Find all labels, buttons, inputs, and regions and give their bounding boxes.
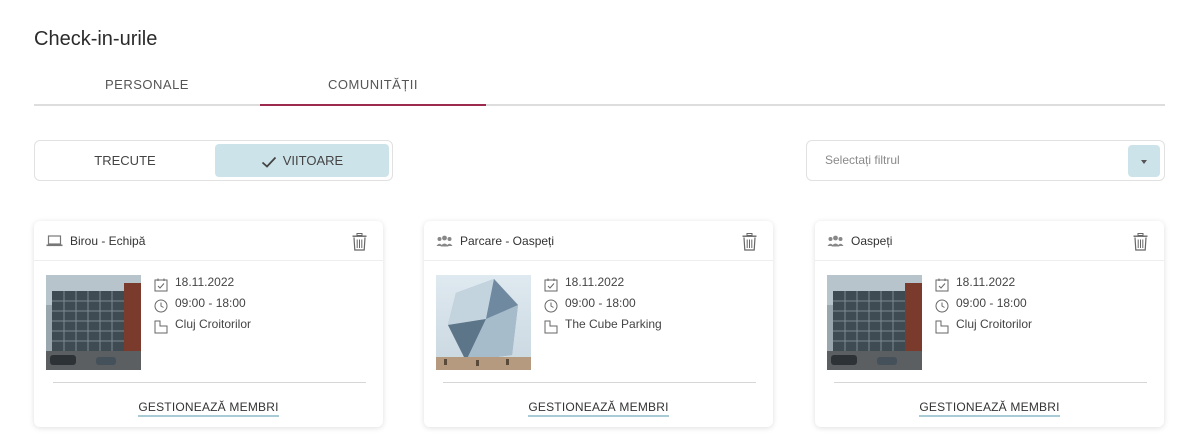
card-title: Oaspeți <box>851 234 893 248</box>
checkin-location: Cluj Croitorilor <box>175 317 252 331</box>
checkin-card: Parcare - Oaspeți 18.11.2022 09:00 - 18:… <box>424 221 773 427</box>
manage-members-link[interactable]: GESTIONEAZĂ MEMBRI <box>528 400 669 417</box>
building-icon <box>544 320 558 334</box>
checkin-time: 09:00 - 18:00 <box>956 296 1027 310</box>
checkin-card: Birou - Echipă 18.11.2022 09:00 - 18:00 <box>34 221 383 427</box>
trash-icon[interactable] <box>1133 233 1148 251</box>
tab-personale[interactable]: PERSONALE <box>34 66 260 106</box>
page-title: Check-in-urile <box>34 28 158 50</box>
card-header: Birou - Echipă <box>34 221 383 261</box>
checkin-time: 09:00 - 18:00 <box>565 296 636 310</box>
calendar-icon <box>935 278 949 292</box>
location-image <box>436 275 531 370</box>
tab-bar: PERSONALE COMUNITĂȚII <box>34 66 1165 106</box>
time-segment-control: TRECUTE VIITOARE <box>34 140 393 181</box>
check-icon <box>261 156 276 168</box>
tab-comunitatii[interactable]: COMUNITĂȚII <box>260 66 486 106</box>
filter-dropdown-button[interactable] <box>1128 145 1160 177</box>
location-image <box>46 275 141 370</box>
active-tab-indicator <box>260 104 486 106</box>
manage-members-link[interactable]: GESTIONEAZĂ MEMBRI <box>138 400 279 417</box>
card-divider <box>834 382 1147 383</box>
calendar-icon <box>544 278 558 292</box>
clock-icon <box>544 299 558 313</box>
card-header: Parcare - Oaspeți <box>424 221 773 261</box>
building-icon <box>154 320 168 334</box>
card-title: Parcare - Oaspeți <box>460 234 555 248</box>
clock-icon <box>935 299 949 313</box>
trash-icon[interactable] <box>742 233 757 251</box>
building-icon <box>935 320 949 334</box>
checkin-date: 18.11.2022 <box>956 275 1016 289</box>
card-divider <box>443 382 756 383</box>
group-icon <box>827 235 844 247</box>
checkin-date: 18.11.2022 <box>175 275 235 289</box>
location-image <box>827 275 922 370</box>
card-title: Birou - Echipă <box>70 234 146 248</box>
past-button-label: TRECUTE <box>94 153 156 168</box>
group-icon <box>436 235 453 247</box>
past-button[interactable]: TRECUTE <box>38 144 212 177</box>
calendar-icon <box>154 278 168 292</box>
checkin-time: 09:00 - 18:00 <box>175 296 246 310</box>
checkin-card: Oaspeți 18.11.2022 09:00 - 18:00 Cluj Cr… <box>815 221 1164 427</box>
filter-placeholder: Selectați filtrul <box>825 153 900 167</box>
card-header: Oaspeți <box>815 221 1164 261</box>
caret-down-icon <box>1141 160 1147 164</box>
card-divider <box>53 382 366 383</box>
filter-select[interactable]: Selectați filtrul <box>806 140 1165 181</box>
upcoming-button-label: VIITOARE <box>282 153 344 168</box>
checkin-location: Cluj Croitorilor <box>956 317 1033 331</box>
upcoming-button[interactable]: VIITOARE <box>215 144 389 177</box>
checkin-date: 18.11.2022 <box>565 275 625 289</box>
checkin-location: The Cube Parking <box>565 317 662 331</box>
manage-members-link[interactable]: GESTIONEAZĂ MEMBRI <box>919 400 1060 417</box>
laptop-icon <box>46 235 63 247</box>
clock-icon <box>154 299 168 313</box>
trash-icon[interactable] <box>352 233 367 251</box>
